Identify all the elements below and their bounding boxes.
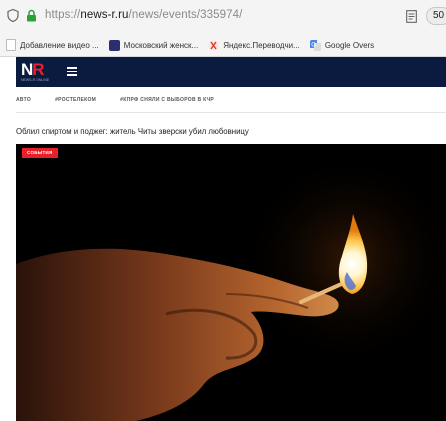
bookmark-label: Московский женск... xyxy=(123,40,199,50)
logo-letter-r: R xyxy=(32,60,44,79)
logo-letter-n: N xyxy=(21,60,33,79)
bookmark-item[interactable]: Московский женск... xyxy=(108,39,199,51)
svg-text:G: G xyxy=(311,42,316,48)
lock-icon[interactable] xyxy=(26,9,37,22)
menu-icon[interactable] xyxy=(67,67,77,76)
tag-link[interactable]: АВТО xyxy=(16,97,31,103)
site-logo[interactable]: NR NEWS-R ONLINE xyxy=(21,60,50,83)
google-translate-icon: G xyxy=(309,39,321,51)
bookmark-label: Яндекс.Переводчи... xyxy=(223,40,300,50)
translate-icon xyxy=(208,40,219,50)
url-host: news-r.ru xyxy=(80,9,129,21)
shield-icon[interactable] xyxy=(7,9,19,22)
article-image xyxy=(16,144,446,421)
bookmarks-bar: Добавление видео ... Московский женск...… xyxy=(0,34,446,56)
browser-chrome: https://news-r.ru/news/events/335974/ 50… xyxy=(0,0,446,57)
tag-link[interactable]: #КПРФ СНЯЛИ С ВЫБОРОВ В КЧР xyxy=(120,97,214,103)
site-navbar: NR NEWS-R ONLINE xyxy=(16,57,446,87)
site-icon xyxy=(108,39,120,51)
tag-link[interactable]: #РОСТЕЛЕКОМ xyxy=(55,97,96,103)
bookmark-label: Google Overs xyxy=(324,40,375,50)
address-bar[interactable]: https://news-r.ru/news/events/335974/ 50 xyxy=(0,0,446,32)
url-path: /news/events/335974/ xyxy=(128,9,243,21)
bookmark-label: Добавление видео ... xyxy=(20,40,99,50)
url-scheme: https:// xyxy=(45,9,81,21)
bookmark-item[interactable]: Добавление видео ... xyxy=(6,39,99,51)
match-flame-illustration xyxy=(16,144,446,421)
bookmark-item[interactable]: Яндекс.Переводчи... xyxy=(208,40,300,51)
article-title: Облил спиртом и поджег: житель Читы звер… xyxy=(16,127,249,136)
category-badge[interactable]: СОБЫТИЯ xyxy=(22,148,58,158)
url-text[interactable]: https://news-r.ru/news/events/335974/ xyxy=(45,9,242,21)
page-icon xyxy=(6,39,16,51)
tag-row: АВТО #РОСТЕЛЕКОМ #КПРФ СНЯЛИ С ВЫБОРОВ В… xyxy=(16,93,238,107)
logo-subtitle: NEWS-R ONLINE xyxy=(21,78,50,82)
reader-view-icon[interactable] xyxy=(406,10,417,23)
bookmark-item[interactable]: G Google Overs xyxy=(309,39,375,51)
tag-divider xyxy=(16,112,446,113)
zoom-level[interactable]: 50 xyxy=(426,7,446,25)
